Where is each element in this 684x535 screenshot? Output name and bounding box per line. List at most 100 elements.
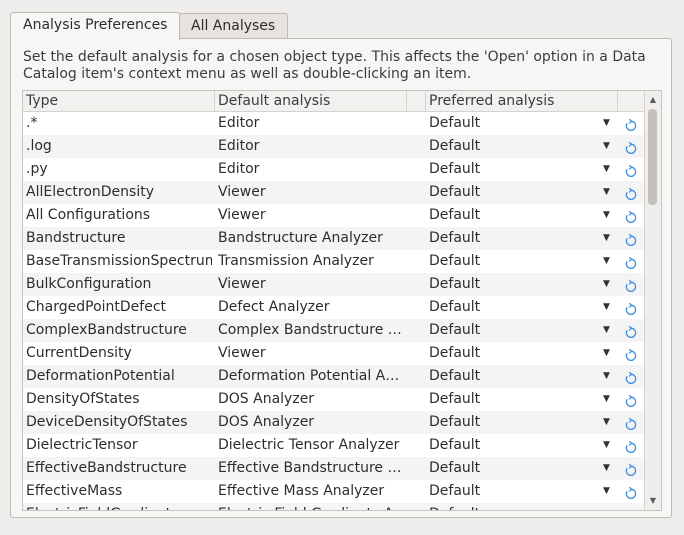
table-row[interactable]: AllElectronDensity Viewer Default ▼ [23,181,646,204]
preferred-analysis-select[interactable]: Default [429,457,619,480]
reset-icon[interactable] [623,462,639,476]
chevron-down-icon[interactable]: ▼ [603,503,610,510]
preferred-analysis-select[interactable]: Default [429,227,619,250]
preferred-analysis-select[interactable]: Default [429,250,619,273]
reset-icon[interactable] [623,140,639,154]
preferred-analysis-select[interactable]: Default [429,365,619,388]
chevron-down-icon[interactable]: ▼ [603,158,610,181]
scrollbar-thumb[interactable] [648,109,657,205]
reset-icon[interactable] [623,209,639,223]
table-row[interactable]: EffectiveBandstructure Effective Bandstru… [23,457,646,480]
cell-default-analysis: Transmission Analyzer [218,253,374,269]
scroll-up-icon[interactable]: ▲ [645,92,661,108]
cell-default-analysis: Electric Field Gradients A… [218,503,408,510]
reset-icon[interactable] [623,393,639,407]
cell-default-analysis: Editor [218,115,260,131]
cell-default-analysis: DOS Analyzer [218,414,315,430]
reset-icon[interactable] [623,163,639,177]
preferred-analysis-select[interactable]: Default [429,273,619,296]
preferred-analysis-select[interactable]: Default [429,319,619,342]
chevron-down-icon[interactable]: ▼ [603,434,610,457]
reset-icon[interactable] [623,324,639,338]
column-header-preferred-analysis[interactable]: Preferred analysis [426,91,618,111]
preferred-analysis-select[interactable]: Default [429,296,619,319]
cell-default-analysis: Viewer [218,184,266,200]
preferred-analysis-select[interactable]: Default [429,434,619,457]
table-row[interactable]: DielectricTensor Dielectric Tensor Analyz… [23,434,646,457]
reset-icon[interactable] [623,416,639,430]
chevron-down-icon[interactable]: ▼ [603,319,610,342]
preferred-analysis-select[interactable]: Default [429,158,619,181]
table-row[interactable]: DeformationPotential Deformation Potentia… [23,365,646,388]
preferred-analysis-select[interactable]: Default [429,480,619,503]
reset-icon[interactable] [623,439,639,453]
cell-default-analysis: Viewer [218,276,266,292]
chevron-down-icon[interactable]: ▼ [603,388,610,411]
reset-icon[interactable] [623,278,639,292]
table-row[interactable]: ChargedPointDefect Defect Analyzer Default… [23,296,646,319]
reset-icon[interactable] [623,485,639,499]
chevron-down-icon[interactable]: ▼ [603,250,610,273]
chevron-down-icon[interactable]: ▼ [603,204,610,227]
table-row[interactable]: CurrentDensity Viewer Default ▼ [23,342,646,365]
cell-default-analysis: Deformation Potential A… [218,368,400,384]
table-row[interactable]: .* Editor Default ▼ [23,112,646,135]
chevron-down-icon[interactable]: ▼ [603,181,610,204]
table-row[interactable]: .py Editor Default ▼ [23,158,646,181]
chevron-down-icon[interactable]: ▼ [603,342,610,365]
reset-icon[interactable] [623,508,639,510]
chevron-down-icon[interactable]: ▼ [603,273,610,296]
cell-default-analysis: Viewer [218,345,266,361]
table-row[interactable]: DensityOfStates DOS Analyzer Default ▼ [23,388,646,411]
chevron-down-icon[interactable]: ▼ [603,112,610,135]
column-header-default-analysis[interactable]: Default analysis [215,91,407,111]
cell-type: BulkConfiguration [26,276,152,292]
reset-icon[interactable] [623,255,639,269]
chevron-down-icon[interactable]: ▼ [603,411,610,434]
reset-icon[interactable] [623,117,639,131]
cell-type: All Configurations [26,207,151,223]
chevron-down-icon[interactable]: ▼ [603,227,610,250]
table-row[interactable]: BulkConfiguration Viewer Default ▼ [23,273,646,296]
cell-type: ElectricFieldGradients [26,503,212,510]
reset-icon[interactable] [623,186,639,200]
cell-type: DielectricTensor [26,437,138,453]
cell-type: DeformationPotential [26,368,175,384]
table-row[interactable]: Bandstructure Bandstructure Analyzer Defau… [23,227,646,250]
reset-icon[interactable] [623,301,639,315]
cell-default-analysis: Dielectric Tensor Analyzer [218,437,400,453]
reset-icon[interactable] [623,232,639,246]
preferred-analysis-select[interactable]: Default [429,503,619,510]
preferred-analysis-select[interactable]: Default [429,411,619,434]
cell-type: DeviceDensityOfStates [26,414,188,430]
tab-analysis-preferences[interactable]: Analysis Preferences [10,12,181,40]
cell-default-analysis: Effective Bandstructure … [218,460,402,476]
table-row[interactable]: ComplexBandstructure Complex Bandstructur… [23,319,646,342]
tab-all-analyses[interactable]: All Analyses [178,13,289,39]
reset-icon[interactable] [623,347,639,361]
preferred-analysis-select[interactable]: Default [429,342,619,365]
table-body: .* Editor Default ▼ .log Editor Default ▼ .py Edi… [23,112,646,510]
chevron-down-icon[interactable]: ▼ [603,480,610,503]
cell-default-analysis: Viewer [218,207,266,223]
preferred-analysis-select[interactable]: Default [429,181,619,204]
table-row[interactable]: .log Editor Default ▼ [23,135,646,158]
table-row[interactable]: BaseTransmissionSpectrum Transmission Ana… [23,250,646,273]
preferred-analysis-select[interactable]: Default [429,204,619,227]
table-row[interactable]: All Configurations Viewer Default ▼ [23,204,646,227]
scroll-down-icon[interactable]: ▼ [645,493,661,509]
preferred-analysis-select[interactable]: Default [429,388,619,411]
table-row[interactable]: ElectricFieldGradients Electric Field Gra… [23,503,646,510]
chevron-down-icon[interactable]: ▼ [603,296,610,319]
preferred-analysis-select[interactable]: Default [429,112,619,135]
vertical-scrollbar[interactable]: ▲ ▼ [644,91,661,510]
reset-icon[interactable] [623,370,639,384]
table-row[interactable]: DeviceDensityOfStates DOS Analyzer Default… [23,411,646,434]
preferred-analysis-select[interactable]: Default [429,135,619,158]
table-row[interactable]: EffectiveMass Effective Mass Analyzer Defa… [23,480,646,503]
chevron-down-icon[interactable]: ▼ [603,365,610,388]
cell-type: .log [26,138,52,154]
column-header-type[interactable]: Type [23,91,215,111]
chevron-down-icon[interactable]: ▼ [603,135,610,158]
chevron-down-icon[interactable]: ▼ [603,457,610,480]
